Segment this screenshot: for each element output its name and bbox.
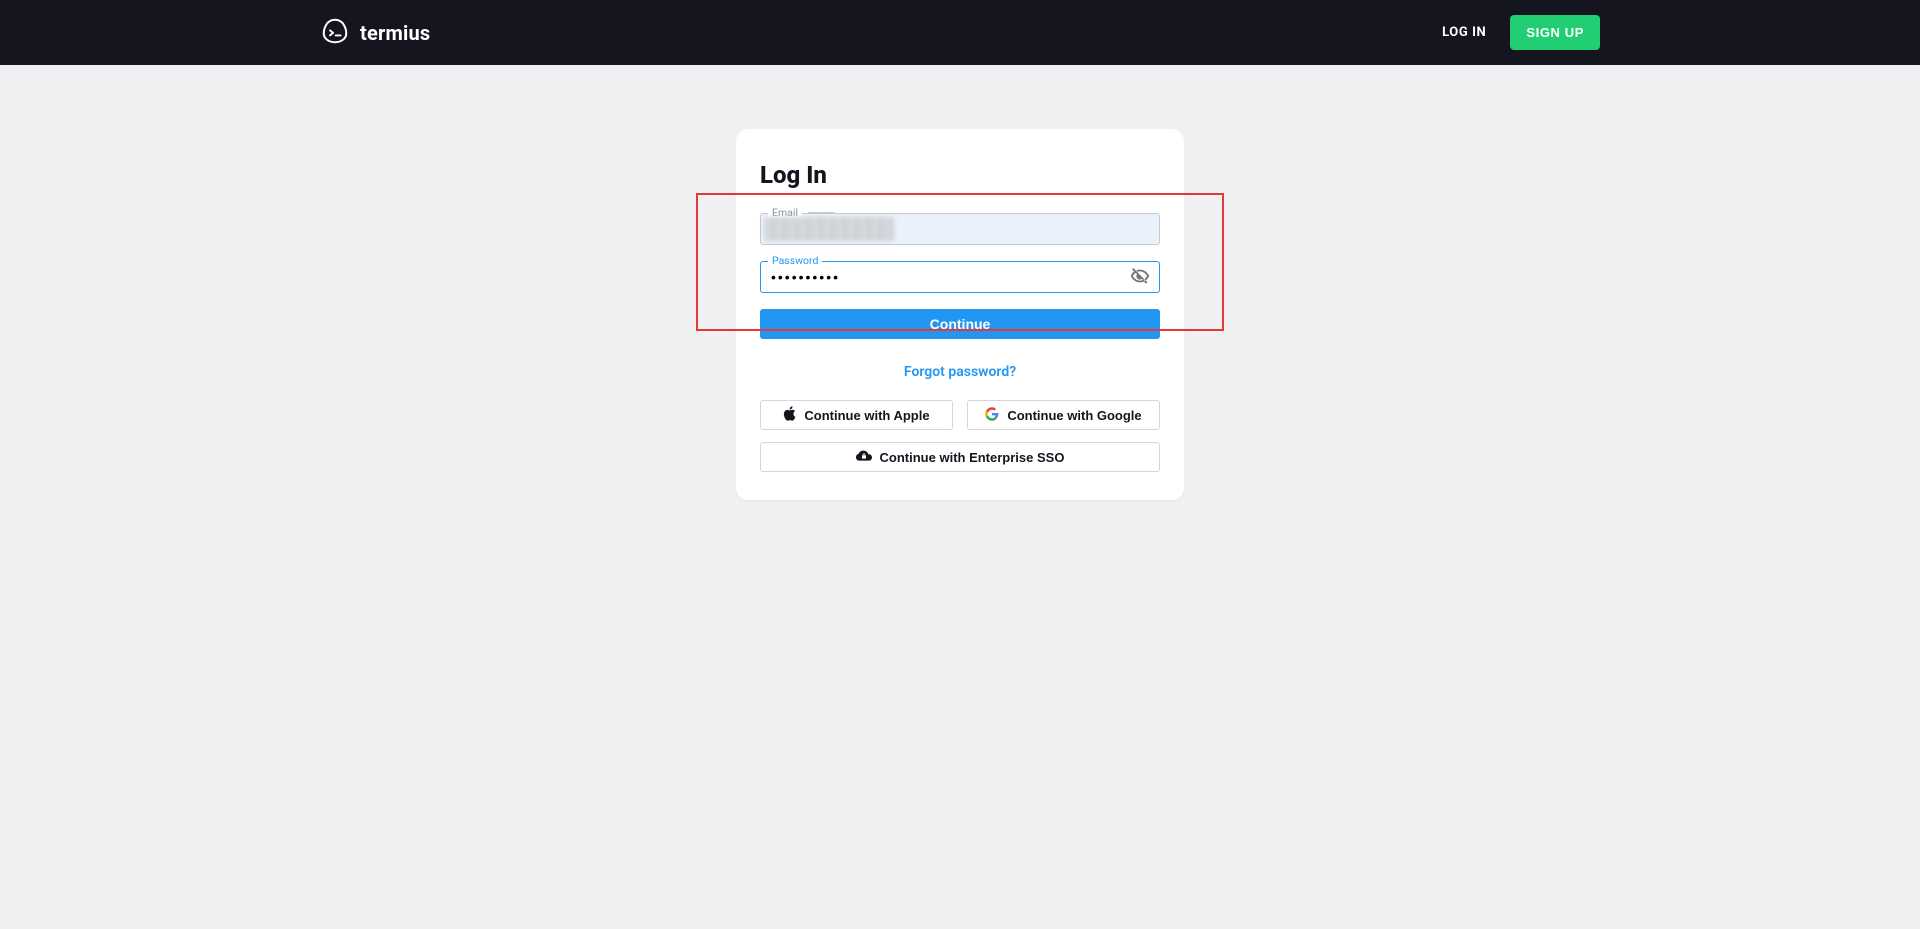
continue-with-sso-button[interactable]: Continue with Enterprise SSO <box>760 442 1160 472</box>
password-field-wrapper: Password <box>760 261 1160 293</box>
page-main: Log In Email Password Continue Forgot pa… <box>0 65 1920 500</box>
continue-button[interactable]: Continue <box>760 309 1160 339</box>
email-label-line <box>808 212 834 213</box>
password-label: Password <box>768 254 822 267</box>
termius-logo-icon <box>320 16 350 50</box>
apple-button-label: Continue with Apple <box>804 408 929 423</box>
header-actions: LOG IN SIGN UP <box>1442 15 1600 50</box>
login-link[interactable]: LOG IN <box>1442 25 1486 40</box>
forgot-password-wrapper: Forgot password? <box>760 361 1160 380</box>
google-button-label: Continue with Google <box>1007 408 1141 423</box>
continue-with-apple-button[interactable]: Continue with Apple <box>760 400 953 430</box>
cloud-lock-icon <box>856 450 872 465</box>
eye-off-icon <box>1129 265 1151 290</box>
forgot-password-link[interactable]: Forgot password? <box>904 364 1016 380</box>
apple-icon <box>783 406 796 424</box>
login-card: Log In Email Password Continue Forgot pa… <box>736 129 1184 500</box>
app-header: termius LOG IN SIGN UP <box>0 0 1920 65</box>
brand[interactable]: termius <box>320 16 430 50</box>
brand-name: termius <box>360 21 430 45</box>
email-field-wrapper: Email <box>760 213 1160 245</box>
card-title: Log In <box>760 161 1160 189</box>
toggle-password-visibility-button[interactable] <box>1126 263 1154 291</box>
google-icon <box>985 407 999 424</box>
signup-button[interactable]: SIGN UP <box>1510 15 1600 50</box>
redacted-email-overlay <box>764 217 894 241</box>
continue-with-google-button[interactable]: Continue with Google <box>967 400 1160 430</box>
social-login-row: Continue with Apple Continue with Google <box>760 400 1160 430</box>
sso-button-label: Continue with Enterprise SSO <box>880 450 1065 465</box>
